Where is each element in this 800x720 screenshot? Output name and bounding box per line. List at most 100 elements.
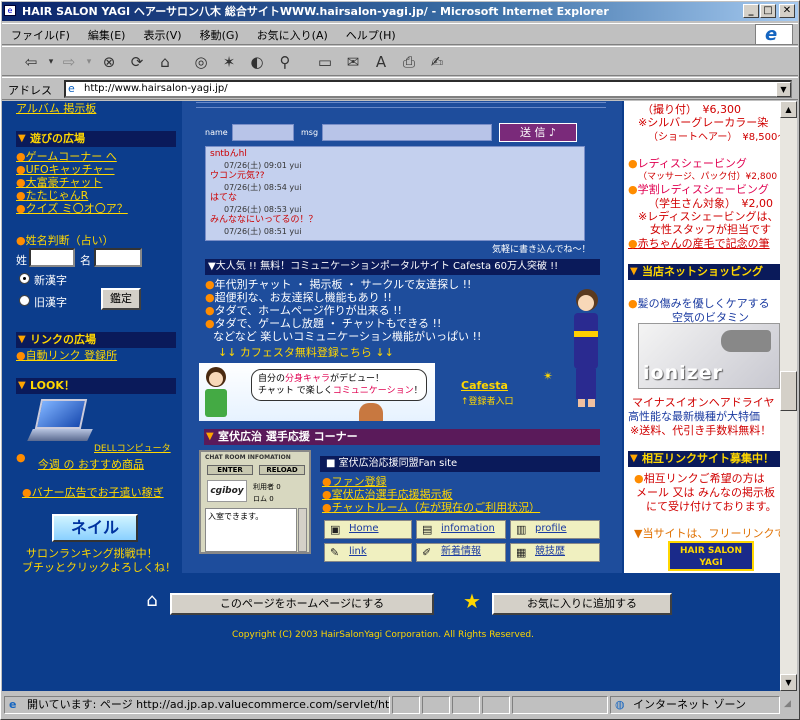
ionizer-logo: ionizer: [643, 362, 723, 384]
close-button[interactable]: ✕: [779, 4, 795, 18]
home-icon[interactable]: ⌂: [154, 51, 176, 73]
sei-input[interactable]: [29, 248, 75, 267]
menu-file[interactable]: ファイル(F): [2, 24, 79, 43]
fullscreen-icon[interactable]: ▭: [314, 51, 336, 73]
cafesta-header: ▼大人気 !! 無料！コミュニケーションポータルサイト Cafesta 60万人…: [205, 259, 600, 275]
chatroom-title: CHAT ROOM INFOMATION: [205, 454, 291, 461]
menu-go[interactable]: 移動(G): [191, 24, 248, 43]
mail-icon[interactable]: ✉: [342, 51, 364, 73]
cafesta-register-link[interactable]: ↓↓ カフェスタ無料登録こちら ↓↓: [218, 344, 394, 360]
nav-home[interactable]: ▣ Home: [324, 520, 412, 539]
mei-input[interactable]: [94, 248, 142, 267]
search-icon[interactable]: ◎: [190, 51, 212, 73]
status-cell: [512, 696, 608, 714]
scroll-up-icon[interactable]: ▲: [780, 101, 797, 118]
judge-button[interactable]: 鑑定: [101, 288, 141, 310]
reload-button[interactable]: RELOAD: [259, 465, 305, 475]
play-link[interactable]: ●UFOキャッチャー: [16, 163, 186, 176]
globe-icon: ◍: [615, 698, 625, 711]
cafesta-logo-link[interactable]: Cafesta: [461, 379, 508, 392]
chat-message: はてな: [210, 193, 238, 203]
send-button[interactable]: 送 信 ♪: [499, 123, 577, 142]
cafesta-feature: ●超便利な、お友達探し機能もあり !!: [205, 291, 392, 304]
scroll-thumb[interactable]: [780, 371, 797, 411]
look-header: LOOK！: [16, 378, 176, 394]
resize-grip-icon[interactable]: ◢: [784, 699, 796, 713]
nav-news[interactable]: ✐ 新着情報: [416, 543, 506, 562]
home-nav-icon: ▣: [330, 523, 341, 536]
menu-view[interactable]: 表示(V): [134, 24, 190, 43]
status-bar: e 開いています: ページ http://ad.jp.ap.valuecomme…: [2, 693, 798, 717]
title-bar: HAIR SALON YAGI ヘアーサロン八木 総合サイトWWW.hairsa…: [2, 2, 798, 21]
stop-icon[interactable]: ⊗: [98, 51, 120, 73]
menu-favorites[interactable]: お気に入り(A): [248, 24, 337, 43]
radio-old-kanji[interactable]: [19, 295, 30, 306]
radio-new-kanji[interactable]: [19, 273, 30, 284]
status-cell: [482, 696, 510, 714]
dell-recommend-link[interactable]: 今週 の おすすめ商品: [38, 458, 144, 471]
page-icon: e: [68, 82, 75, 95]
minimize-button[interactable]: _: [743, 4, 759, 18]
forward-dropdown-icon[interactable]: ▾: [78, 51, 100, 73]
fan-link[interactable]: ●ファン登録: [322, 475, 602, 488]
play-links: ●ゲームコーナー へ ●UFOキャッチャー ●大富豪チャット ●たたじゃんR ●…: [16, 150, 186, 215]
nav-career[interactable]: ▦ 競技歴: [510, 543, 600, 562]
address-input[interactable]: e http://www.hairsalon-yagi.jp/: [64, 80, 792, 98]
enter-button[interactable]: ENTER: [207, 465, 253, 475]
ionizer-dryer-image[interactable]: ionizer: [638, 323, 780, 389]
refresh-icon[interactable]: ⟳: [126, 51, 148, 73]
play-link[interactable]: ●クイズ ミ〇オ〇ア？: [16, 202, 186, 215]
print-icon[interactable]: ⎙: [398, 51, 420, 73]
neiru-ranking-banner[interactable]: ネイル: [52, 514, 138, 542]
address-dropdown-icon[interactable]: ▼: [776, 82, 791, 97]
nav-link[interactable]: ✎ link: [324, 543, 412, 562]
play-header: 遊びの広場: [16, 131, 176, 147]
play-link[interactable]: ●大富豪チャット: [16, 176, 186, 189]
add-favorites-button[interactable]: お気に入りに追加する: [492, 593, 672, 615]
media-icon[interactable]: ◐: [246, 51, 268, 73]
nav-infomation[interactable]: ▤ infomation: [416, 520, 506, 539]
forward-icon[interactable]: ⇨: [58, 51, 80, 73]
set-homepage-button[interactable]: このページをホームページにする: [170, 593, 434, 615]
chat-message-input[interactable]: [322, 124, 492, 141]
menu-help[interactable]: ヘルプ(H): [337, 24, 405, 43]
fan-link[interactable]: ●チャットルーム（左が現在のご利用状況）: [322, 501, 602, 514]
cafesta-banner[interactable]: 自分の分身キャラがデビュー！ チャット で楽しくコミュニケーション！: [199, 363, 435, 421]
chat-date: 07/26(土) 08:51 yui: [224, 227, 302, 236]
center-top-divider: [196, 102, 606, 108]
baby-brush-link[interactable]: ●赤ちゃんの産毛で記念の筆: [628, 235, 770, 251]
mutual-link-header: 相互リンクサイト募集中！: [628, 451, 780, 467]
nav-profile[interactable]: ▥ profile: [510, 520, 600, 539]
play-link[interactable]: ●ゲームコーナー へ: [16, 150, 186, 163]
font-size-icon[interactable]: A: [370, 51, 392, 73]
play-link[interactable]: ●たたじゃんR: [16, 189, 186, 202]
hair-salon-yagi-banner[interactable]: HAIR SALON YAGI: [668, 541, 754, 571]
chat-date: 07/26(土) 08:54 yui: [224, 183, 302, 192]
shop-text: ※送料、代引き手数料無料！: [630, 424, 772, 437]
room-scrollbar[interactable]: [298, 508, 307, 552]
chat-message: みんななにいってるの！？: [210, 215, 318, 225]
maximize-button[interactable]: □: [760, 4, 776, 18]
name-label: name: [205, 128, 228, 137]
banner-ad-link[interactable]: ●バナー広告でお子遣い稼ぎ: [22, 486, 164, 499]
chat-date: 07/26(土) 09:01 yui: [224, 161, 302, 170]
dell-laptop-image[interactable]: [27, 399, 93, 443]
fan-link[interactable]: ●室伏広治選手応援掲示板: [322, 488, 602, 501]
edit-icon[interactable]: ✍: [426, 51, 448, 73]
chat-name-input[interactable]: [232, 124, 294, 141]
album-link[interactable]: アルバム 掲示板: [16, 102, 96, 115]
favorites-icon[interactable]: ✶: [218, 51, 240, 73]
vertical-scrollbar[interactable]: ▲ ▼: [780, 101, 797, 691]
cafesta-speech-bubble: 自分の分身キャラがデビュー！ チャット で楽しくコミュニケーション！: [251, 369, 427, 401]
address-bar: アドレス e http://www.hairsalon-yagi.jp/ ▼: [2, 77, 798, 100]
info-nav-icon: ▤: [422, 523, 433, 536]
history-icon[interactable]: ⚲: [274, 51, 296, 73]
status-cell: [452, 696, 480, 714]
cafesta-entry-link[interactable]: ↑登録者入口: [461, 394, 514, 407]
auto-link-register[interactable]: ●自動リンク 登録所: [16, 349, 117, 362]
sparkle-icon: ✴: [543, 369, 554, 383]
menu-edit[interactable]: 編集(E): [79, 24, 135, 43]
back-icon[interactable]: ⇦: [20, 51, 42, 73]
dell-caption[interactable]: DELLコンピュータ: [94, 443, 171, 456]
scroll-down-icon[interactable]: ▼: [780, 674, 797, 691]
